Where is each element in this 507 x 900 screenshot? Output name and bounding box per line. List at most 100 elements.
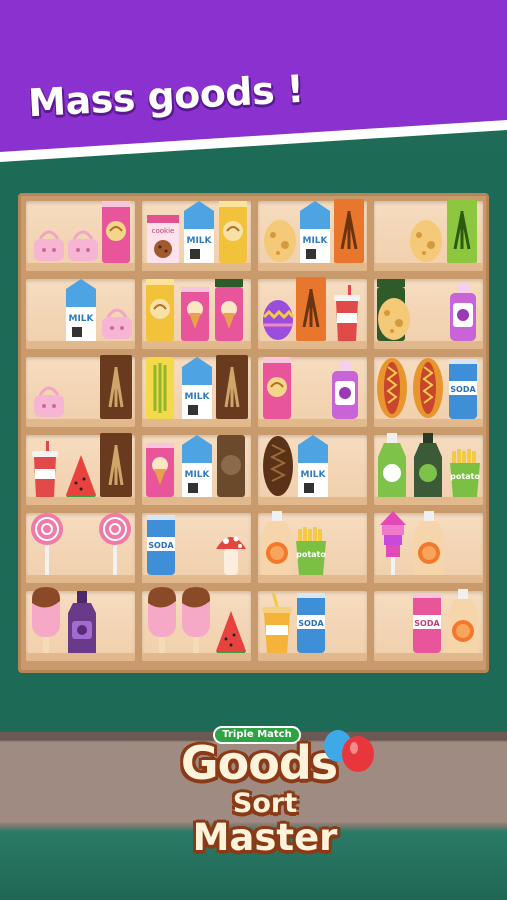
shelf-cell[interactable] [374,199,483,271]
shelf-cell[interactable]: potato [258,511,367,583]
promo-banner: Mass goods ! [0,0,507,165]
hotdog-item[interactable] [412,357,444,419]
shelf-cell[interactable]: SODA [374,589,483,661]
shelf-cell[interactable]: MILK [142,355,251,427]
shelf-cell[interactable]: MILK [142,435,251,505]
soda-can-item[interactable]: SODA [448,359,478,419]
pocky-box-item[interactable] [296,277,326,341]
soda-label: SODA [414,619,440,628]
chocolate-box-item[interactable] [216,355,248,419]
chocolate-box-item[interactable] [100,433,132,497]
watermelon-item[interactable] [214,609,248,653]
drink-cup-item[interactable] [332,285,362,341]
purse-item[interactable] [100,301,134,341]
hotdog-item[interactable] [376,357,408,419]
shelf-cell[interactable] [258,357,367,427]
drink-cup-item[interactable] [30,441,60,497]
egg-item[interactable] [408,217,444,263]
shelf-cell[interactable]: MILK [258,199,367,271]
chips-can-item[interactable] [101,201,131,263]
milk-label: MILK [68,314,94,324]
soda-label: SODA [450,385,476,394]
cookie-label: cookie [152,227,175,235]
shelf-cell[interactable] [258,277,367,349]
milk-carton-item[interactable]: MILK [180,357,214,419]
cookie-box-item[interactable]: cookie [146,215,180,263]
orange-juice-item[interactable] [412,511,446,575]
energy-can-item[interactable] [145,357,175,419]
rocket-popsicle-item[interactable] [376,511,410,575]
popsicle-item[interactable] [146,587,178,653]
milk-carton-item[interactable]: MILK [296,435,330,497]
juice-bottle-item[interactable] [376,433,408,497]
fries-item[interactable]: potato [448,447,482,497]
watermelon-item[interactable] [64,453,98,497]
shelf-cell[interactable] [26,587,135,661]
fries-item[interactable]: potato [294,525,328,575]
orange-juice-item[interactable] [446,589,480,653]
milk-label: MILK [186,236,212,246]
pocky-box-item[interactable] [447,199,477,263]
chocolate-bar-item[interactable] [262,435,294,497]
chips-can-item[interactable] [145,279,175,341]
orange-juice-item[interactable] [260,511,294,575]
shelf-cell[interactable] [374,279,483,349]
shelf-cell[interactable] [374,511,483,583]
egg-item[interactable] [376,295,412,341]
chocolate-box-item[interactable] [100,355,132,419]
chips-can-item[interactable] [218,201,248,263]
shelf-cell[interactable]: cookie MILK [142,201,251,271]
lollipop-item[interactable] [98,511,132,575]
logo-word-sort: Sort [232,788,298,819]
soda-label: SODA [298,619,324,628]
jam-jar-item[interactable] [330,361,360,419]
milk-label: MILK [184,470,210,480]
milk-label: MILK [302,236,328,246]
mushroom-item[interactable] [214,529,248,575]
shelf-cell[interactable] [142,279,251,349]
icecream-can-item[interactable] [145,443,175,497]
potato-label: potato [450,472,480,481]
jam-jar-item[interactable] [448,283,478,341]
popsicle-item[interactable] [30,587,62,653]
game-logo: Triple Match Goods Sort Master [150,724,380,874]
milk-label: MILK [300,470,326,480]
shelf-cell[interactable]: SODA [258,591,367,661]
soda-can-item[interactable]: SODA [412,593,442,653]
icecream-can-item[interactable] [180,287,210,341]
soda-can-item[interactable]: SODA [296,593,326,653]
lollipop-item[interactable] [30,511,64,575]
milk-carton-item[interactable]: MILK [180,435,214,497]
milk-label: MILK [184,392,210,402]
icecream-can-item[interactable] [214,279,244,341]
shelf-cell[interactable] [26,201,135,271]
egg-item[interactable] [262,217,298,263]
shelf-cell[interactable]: MILK [258,435,367,505]
milk-carton-item[interactable]: MILK [298,201,332,263]
shelf-cell[interactable]: MILK [26,279,135,349]
soda-can-item[interactable]: SODA [146,515,176,575]
pocky-box-item[interactable] [334,199,364,263]
purse-item[interactable] [32,223,66,263]
purse-item[interactable] [32,379,66,419]
purse-item[interactable] [66,223,100,263]
milk-carton-item[interactable]: MILK [182,201,216,263]
jam-bottle-item[interactable] [66,591,98,653]
shelf-cell[interactable]: potato [374,433,483,505]
chips-can-item[interactable] [216,435,246,497]
milk-carton-item[interactable]: MILK [64,279,98,341]
easter-egg-item[interactable] [261,297,295,341]
balloons-icon [324,730,374,772]
juice-cup-item[interactable] [260,592,294,653]
shelf-cell[interactable]: SODA [142,513,251,583]
shelf-cell[interactable]: SODA [374,357,483,427]
shelf-cell[interactable] [142,587,251,661]
logo-word-master: Master [192,816,338,859]
goods-shelf: cookie MILK MILK MILK MILK SODA MILK MIL… [18,193,489,673]
juice-bottle-item[interactable] [412,433,444,497]
shelf-cell[interactable] [26,433,135,505]
popsicle-item[interactable] [180,587,212,653]
shelf-cell[interactable] [26,513,135,583]
chips-can-item[interactable] [262,357,292,419]
shelf-cell[interactable] [26,355,135,427]
